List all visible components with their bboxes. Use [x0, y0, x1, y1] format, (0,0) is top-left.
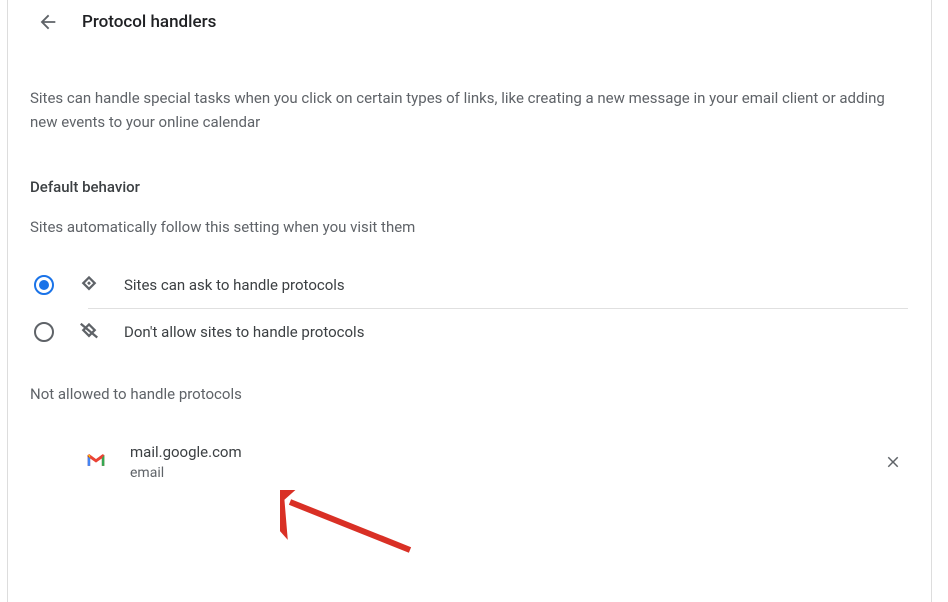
site-domain: mail.google.com [130, 443, 854, 461]
radio-label: Don't allow sites to handle protocols [124, 323, 364, 341]
close-icon [884, 453, 902, 471]
default-behavior-subtitle: Sites automatically follow this setting … [30, 218, 918, 236]
site-protocol-type: email [130, 465, 854, 481]
protocol-block-icon [78, 321, 100, 343]
radio-group: Sites can ask to handle protocols Don't … [30, 262, 918, 355]
blocked-section-title: Not allowed to handle protocols [30, 385, 918, 403]
default-behavior-title: Default behavior [30, 178, 918, 196]
radio-label: Sites can ask to handle protocols [124, 276, 345, 294]
radio-option-allow[interactable]: Sites can ask to handle protocols [30, 262, 918, 308]
radio-option-block[interactable]: Don't allow sites to handle protocols [30, 309, 918, 355]
protocol-allow-icon [78, 274, 100, 296]
annotation-arrow [280, 490, 430, 560]
page-description: Sites can handle special tasks when you … [30, 86, 918, 134]
arrow-back-icon [37, 11, 59, 33]
page-title: Protocol handlers [82, 12, 216, 32]
remove-site-button[interactable] [878, 447, 908, 477]
site-info: mail.google.com email [130, 443, 854, 481]
back-button[interactable] [34, 8, 62, 36]
page-header: Protocol handlers [30, 8, 918, 36]
blocked-site-row[interactable]: mail.google.com email [30, 443, 918, 481]
radio-button[interactable] [34, 275, 54, 295]
gmail-icon [86, 452, 106, 472]
radio-button[interactable] [34, 322, 54, 342]
